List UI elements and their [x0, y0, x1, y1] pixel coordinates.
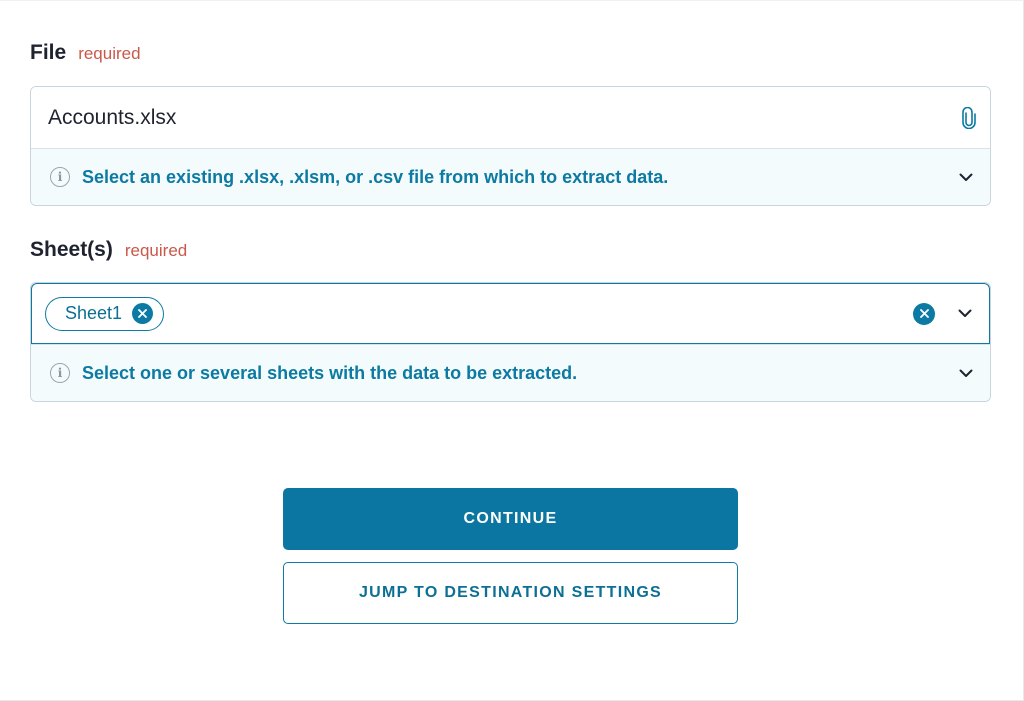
file-input[interactable]: Accounts.xlsx [31, 87, 990, 148]
sheets-label-text: Sheet(s) [30, 238, 113, 261]
form-page: File required Accounts.xlsx i Select an … [0, 0, 1024, 701]
sheet-chip: Sheet1 [45, 296, 165, 331]
sheet-chip-label: Sheet1 [65, 303, 123, 323]
file-label: File required [30, 41, 141, 65]
continue-button[interactable]: CONTINUE [283, 488, 738, 550]
info-icon: i [50, 167, 70, 187]
sheets-label: Sheet(s) required [30, 238, 187, 262]
sheets-required-tag: required [124, 241, 188, 260]
sheets-hint-text: Select one or several sheets with the da… [82, 362, 578, 383]
file-label-text: File [30, 41, 67, 64]
paperclip-icon[interactable] [962, 106, 976, 129]
jump-to-destination-button[interactable]: JUMP TO DESTINATION SETTINGS [283, 562, 738, 624]
file-hint-text: Select an existing .xlsx, .xlsm, or .csv… [82, 166, 669, 187]
sheets-select[interactable]: Sheet1 [31, 283, 990, 344]
clear-all-icon[interactable] [913, 302, 935, 325]
sheets-hint[interactable]: i Select one or several sheets with the … [31, 344, 990, 401]
remove-chip-icon[interactable] [132, 303, 154, 324]
file-field: Accounts.xlsx i Select an existing .xlsx… [30, 86, 991, 206]
chevron-down-icon[interactable] [956, 167, 976, 187]
file-required-tag: required [78, 44, 141, 63]
chevron-down-icon[interactable] [956, 363, 976, 383]
sheets-field: Sheet1 i Select one or several sheets wi… [30, 282, 991, 402]
file-input-value: Accounts.xlsx [48, 105, 177, 129]
chevron-down-icon[interactable] [955, 304, 975, 324]
info-icon: i [50, 363, 70, 383]
file-hint[interactable]: i Select an existing .xlsx, .xlsm, or .c… [31, 148, 990, 205]
